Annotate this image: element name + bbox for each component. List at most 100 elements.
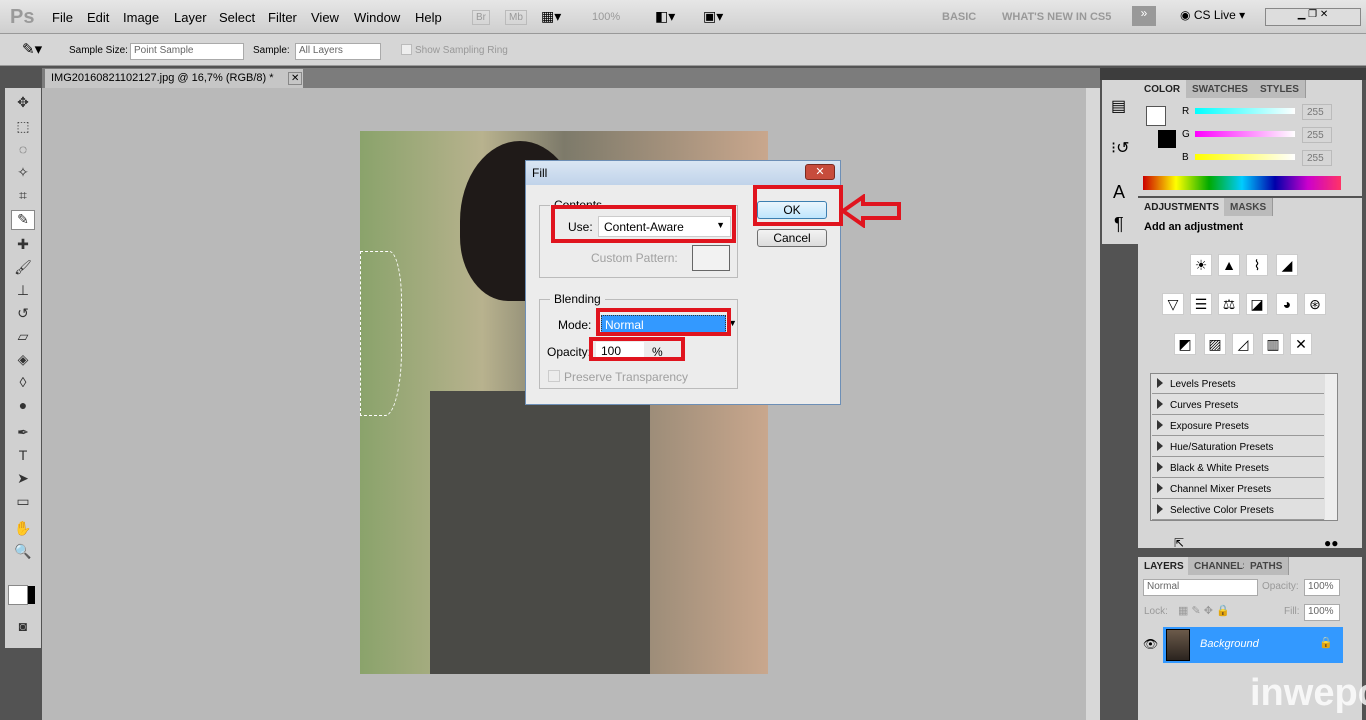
preset-curves[interactable]: Curves Presets xyxy=(1152,395,1324,415)
crop-tool-icon[interactable]: ⌗ xyxy=(11,187,35,207)
view-extras-icon[interactable]: ▦▾ xyxy=(541,8,561,25)
sample-size-select[interactable]: Point Sample xyxy=(130,43,244,60)
layer-visibility-eye-icon[interactable]: 👁 xyxy=(1143,637,1158,651)
paragraph-icon[interactable]: ¶ xyxy=(1114,214,1124,235)
tab-layers[interactable]: LAYERS xyxy=(1138,557,1191,575)
close-document-icon[interactable]: ✕ xyxy=(288,72,303,85)
show-sampling-ring-checkbox[interactable] xyxy=(401,44,412,55)
menu-file[interactable]: File xyxy=(52,10,73,25)
g-slider[interactable] xyxy=(1195,131,1295,137)
layer-opacity-input[interactable]: 100% xyxy=(1304,579,1340,596)
bridge-button[interactable]: Br xyxy=(472,10,490,25)
brightness-contrast-icon[interactable]: ☀ xyxy=(1190,254,1212,276)
pen-tool-icon[interactable]: ✒ xyxy=(11,424,35,444)
tab-paths[interactable]: PATHS xyxy=(1244,557,1290,575)
preset-levels[interactable]: Levels Presets xyxy=(1152,374,1324,394)
menu-help[interactable]: Help xyxy=(415,10,442,25)
preset-hue-saturation[interactable]: Hue/Saturation Presets xyxy=(1152,437,1324,457)
hue-saturation-icon[interactable]: ☰ xyxy=(1190,293,1212,315)
history-brush-tool-icon[interactable]: ↺ xyxy=(11,305,35,325)
foreground-color-swatch[interactable] xyxy=(8,585,28,605)
color-balance-icon[interactable]: ⚖ xyxy=(1218,293,1240,315)
channel-mixer-icon[interactable]: ⊛ xyxy=(1304,293,1326,315)
tab-masks[interactable]: MASKS xyxy=(1224,198,1274,216)
photo-filter-icon[interactable]: ◕ xyxy=(1276,293,1298,315)
custom-pattern-picker[interactable] xyxy=(692,245,730,271)
threshold-icon[interactable]: ◿ xyxy=(1232,333,1254,355)
layer-blend-mode-select[interactable]: Normal xyxy=(1143,579,1258,596)
preserve-transparency-checkbox[interactable] xyxy=(548,370,560,382)
blur-tool-icon[interactable]: ◊ xyxy=(11,374,35,394)
type-tool-icon[interactable]: T xyxy=(11,447,35,467)
cs-live-icon[interactable]: ◉ CS Live ▾ xyxy=(1180,8,1245,22)
tab-swatches[interactable]: SWATCHES xyxy=(1186,80,1255,98)
window-controls[interactable]: ▁ ❐ ✕ xyxy=(1265,8,1361,26)
tab-color[interactable]: COLOR xyxy=(1138,80,1188,98)
cancel-button[interactable]: Cancel xyxy=(757,229,827,247)
eraser-tool-icon[interactable]: ▱ xyxy=(11,328,35,348)
sample-select[interactable]: All Layers xyxy=(295,43,381,60)
eyedropper-tool-icon[interactable]: ✎ xyxy=(11,210,35,230)
fill-input[interactable]: 100% xyxy=(1304,604,1340,621)
g-input[interactable]: 255 xyxy=(1302,127,1332,143)
brush-tool-icon[interactable]: 🖌 xyxy=(11,259,35,279)
menu-image[interactable]: Image xyxy=(123,10,159,25)
levels-icon[interactable]: ▲ xyxy=(1218,254,1240,276)
minibridge-button[interactable]: Mb xyxy=(505,10,527,25)
eyedropper-tool-preset-icon[interactable]: ✎▾ xyxy=(22,40,42,58)
gradient-map-icon[interactable]: ▥ xyxy=(1262,333,1284,355)
curves-icon[interactable]: ⌇ xyxy=(1246,254,1268,276)
character-icon[interactable]: A xyxy=(1113,182,1125,203)
tab-adjustments[interactable]: ADJUSTMENTS xyxy=(1138,198,1227,216)
quick-selection-tool-icon[interactable]: ✧ xyxy=(11,164,35,184)
color-spectrum-bar[interactable] xyxy=(1143,176,1341,190)
menu-edit[interactable]: Edit xyxy=(87,10,109,25)
b-input[interactable]: 255 xyxy=(1302,150,1332,166)
rectangle-tool-icon[interactable]: ▭ xyxy=(11,493,35,513)
adjustment-visibility-icon[interactable]: ●● xyxy=(1324,536,1339,550)
menu-layer[interactable]: Layer xyxy=(174,10,207,25)
invert-icon[interactable]: ◩ xyxy=(1174,333,1196,355)
dodge-tool-icon[interactable]: ● xyxy=(11,397,35,417)
preset-channel-mixer[interactable]: Channel Mixer Presets xyxy=(1152,479,1324,499)
preset-selective-color[interactable]: Selective Color Presets xyxy=(1152,500,1324,520)
r-input[interactable]: 255 xyxy=(1302,104,1332,120)
r-slider[interactable] xyxy=(1195,108,1295,114)
workspace-whats-new[interactable]: WHAT'S NEW IN CS5 xyxy=(1002,11,1111,23)
clone-stamp-tool-icon[interactable]: ⊥ xyxy=(11,282,35,302)
move-tool-icon[interactable]: ✥ xyxy=(11,94,35,114)
color-background-swatch[interactable] xyxy=(1158,130,1176,148)
canvas-scrollbar[interactable] xyxy=(1086,88,1100,720)
lasso-tool-icon[interactable]: ◌ xyxy=(11,141,35,161)
document-tab[interactable]: IMG20160821102127.jpg @ 16,7% (RGB/8) * … xyxy=(45,69,303,88)
marquee-tool-icon[interactable]: ⬚ xyxy=(11,118,35,138)
menu-window[interactable]: Window xyxy=(354,10,400,25)
menu-filter[interactable]: Filter xyxy=(268,10,297,25)
black-white-icon[interactable]: ◪ xyxy=(1246,293,1268,315)
paint-bucket-tool-icon[interactable]: ◈ xyxy=(11,351,35,371)
preset-exposure[interactable]: Exposure Presets xyxy=(1152,416,1324,436)
menu-view[interactable]: View xyxy=(311,10,339,25)
vibrance-icon[interactable]: ▽ xyxy=(1162,293,1184,315)
arrange-documents-icon[interactable]: ◧▾ xyxy=(655,8,675,25)
workspace-basic[interactable]: BASIC xyxy=(942,11,976,23)
quick-mask-icon[interactable]: ◙ xyxy=(11,618,35,638)
mini-bridge-icon[interactable]: ▤ xyxy=(1111,96,1126,116)
zoom-level[interactable]: 100% xyxy=(592,11,620,23)
selective-color-icon[interactable]: ✕ xyxy=(1290,333,1312,355)
tab-styles[interactable]: STYLES xyxy=(1254,80,1306,98)
dialog-close-button[interactable]: ✕ xyxy=(805,164,835,180)
zoom-tool-icon[interactable]: 🔍 xyxy=(11,543,35,563)
path-selection-tool-icon[interactable]: ➤ xyxy=(11,470,35,490)
exposure-icon[interactable]: ◢ xyxy=(1276,254,1298,276)
hand-tool-icon[interactable]: ✋ xyxy=(11,520,35,540)
layer-row-background[interactable]: Background 🔒 xyxy=(1163,627,1343,663)
presets-scrollbar[interactable] xyxy=(1325,374,1337,520)
healing-brush-tool-icon[interactable]: ✚ xyxy=(11,236,35,256)
lock-icons[interactable]: ▦ ✎ ✥ 🔒 xyxy=(1178,604,1230,617)
clip-to-layer-icon[interactable]: ⇱ xyxy=(1174,536,1184,550)
menu-select[interactable]: Select xyxy=(219,10,255,25)
more-workspaces-icon[interactable]: » xyxy=(1132,6,1156,26)
history-icon[interactable]: ⁝↺ xyxy=(1111,138,1130,158)
color-foreground-swatch[interactable] xyxy=(1146,106,1166,126)
